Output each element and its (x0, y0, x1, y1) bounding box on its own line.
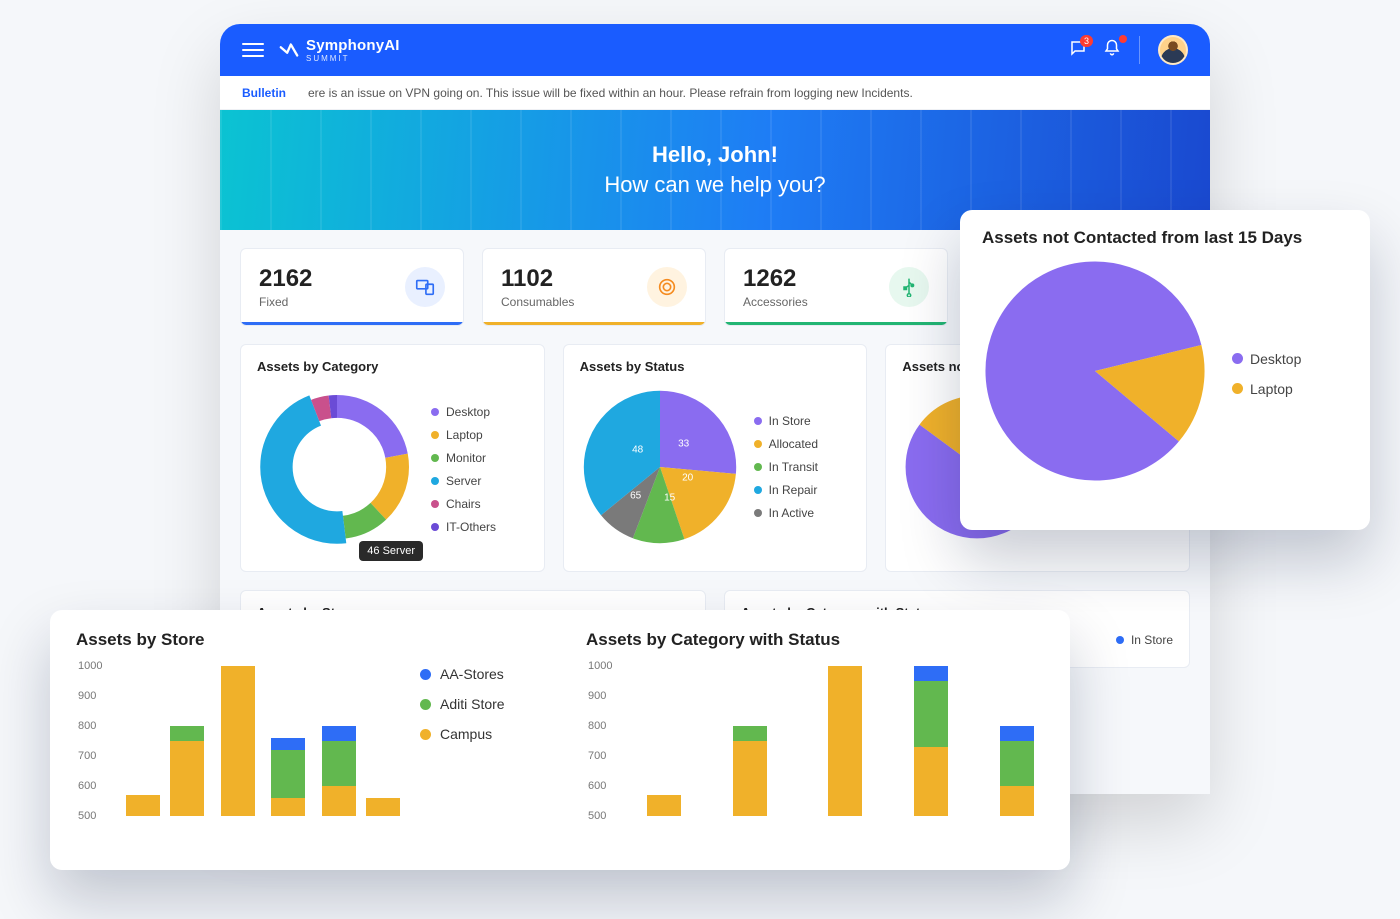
legend-item[interactable]: Laptop (1232, 381, 1301, 397)
stat-fixed[interactable]: 2162 Fixed (240, 248, 464, 326)
donut-chart[interactable]: 46 Server (257, 382, 417, 557)
stat-accent (483, 322, 705, 325)
card-assets-by-status: Assets by Status 48 (563, 344, 868, 572)
slice-label: 48 (632, 445, 643, 456)
overlay-assets-not-contacted: Assets not Contacted from last 15 Days D… (960, 210, 1370, 530)
legend: AA-Stores Aditi Store Campus (420, 656, 550, 816)
legend: In Store (1116, 633, 1173, 647)
pie-chart[interactable] (980, 256, 1210, 491)
stat-accent (725, 322, 947, 325)
legend-item[interactable]: Server (431, 474, 496, 488)
stat-value: 1102 (501, 265, 574, 293)
swirl-icon (647, 267, 687, 307)
legend: Desktop Laptop (1232, 351, 1301, 397)
chart-tooltip: 46 Server (359, 541, 423, 561)
bulletin-message: ere is an issue on VPN going on. This is… (308, 86, 913, 100)
legend-item[interactable]: In Repair (754, 483, 818, 497)
bulletin-bar: Bulletin ere is an issue on VPN going on… (220, 76, 1210, 110)
brand-name: SymphonyAI (306, 37, 400, 54)
brand-text: SymphonyAI SUMMIT (306, 37, 400, 63)
stat-accent (241, 322, 463, 325)
brand-sub: SUMMIT (306, 54, 400, 63)
logo-mark-icon (278, 39, 300, 61)
legend-item[interactable]: Laptop (431, 428, 496, 442)
topbar-separator (1139, 36, 1140, 64)
avatar[interactable] (1158, 35, 1188, 65)
card-assets-by-category: Assets by Category (240, 344, 545, 572)
legend-item[interactable]: AA-Stores (420, 666, 550, 682)
legend-item[interactable]: Allocated (754, 437, 818, 451)
bell-badge (1119, 35, 1127, 43)
stat-accessories[interactable]: 1262 Accessories (724, 248, 948, 326)
menu-icon[interactable] (242, 43, 264, 57)
card-title: Assets by Category (257, 359, 528, 374)
legend-item[interactable]: Campus (420, 726, 550, 742)
legend-item[interactable]: Aditi Store (420, 696, 550, 712)
usb-icon (889, 267, 929, 307)
legend: In Store Allocated In Transit In Repair … (754, 414, 818, 520)
stat-value: 1262 (743, 265, 808, 293)
hero-sub: How can we help you? (604, 172, 825, 198)
pie-chart[interactable]: 48 33 20 15 65 (580, 382, 740, 552)
stat-consumables[interactable]: 1102 Consumables (482, 248, 706, 326)
stat-label: Consumables (501, 295, 574, 309)
slice-label: 65 (630, 491, 641, 502)
legend-item[interactable]: In Active (754, 506, 818, 520)
legend-item[interactable]: Desktop (1232, 351, 1301, 367)
topbar: SymphonyAI SUMMIT 3 (220, 24, 1210, 76)
bar-chart[interactable]: 1000 900 800 700 600 500 (78, 666, 400, 816)
legend-item[interactable]: Chairs (431, 497, 496, 511)
slice-label: 20 (682, 473, 693, 484)
chat-badge: 3 (1080, 35, 1093, 47)
overlay-title: Assets not Contacted from last 15 Days (960, 210, 1370, 252)
legend-item[interactable]: Monitor (431, 451, 496, 465)
slice-label: 15 (664, 493, 675, 504)
legend-item[interactable]: IT-Others (431, 520, 496, 534)
bell-icon[interactable] (1103, 39, 1121, 62)
brand-logo[interactable]: SymphonyAI SUMMIT (278, 37, 400, 63)
hero-greeting: Hello, John! (652, 142, 778, 168)
card-title: Assets by Status (580, 359, 851, 374)
chat-icon[interactable]: 3 (1069, 39, 1087, 62)
devices-icon (405, 267, 445, 307)
bar-chart[interactable]: 1000 900 800 700 600 500 (588, 666, 1060, 816)
legend-item[interactable]: In Store (1116, 633, 1173, 647)
legend-item[interactable]: In Store (754, 414, 818, 428)
slice-label: 33 (678, 439, 689, 450)
legend-item[interactable]: In Transit (754, 460, 818, 474)
stat-label: Fixed (259, 295, 312, 309)
legend-item[interactable]: Desktop (431, 405, 496, 419)
stat-label: Accessories (743, 295, 808, 309)
bulletin-label: Bulletin (242, 86, 286, 100)
stat-value: 2162 (259, 265, 312, 293)
legend: Desktop Laptop Monitor Server Chairs IT-… (431, 405, 496, 534)
overlay-title: Assets by Store (50, 610, 560, 656)
overlay-bar-charts: Assets by Store 1000 900 800 700 600 500 (50, 610, 1070, 870)
overlay-title: Assets by Category with Status (560, 610, 1070, 656)
